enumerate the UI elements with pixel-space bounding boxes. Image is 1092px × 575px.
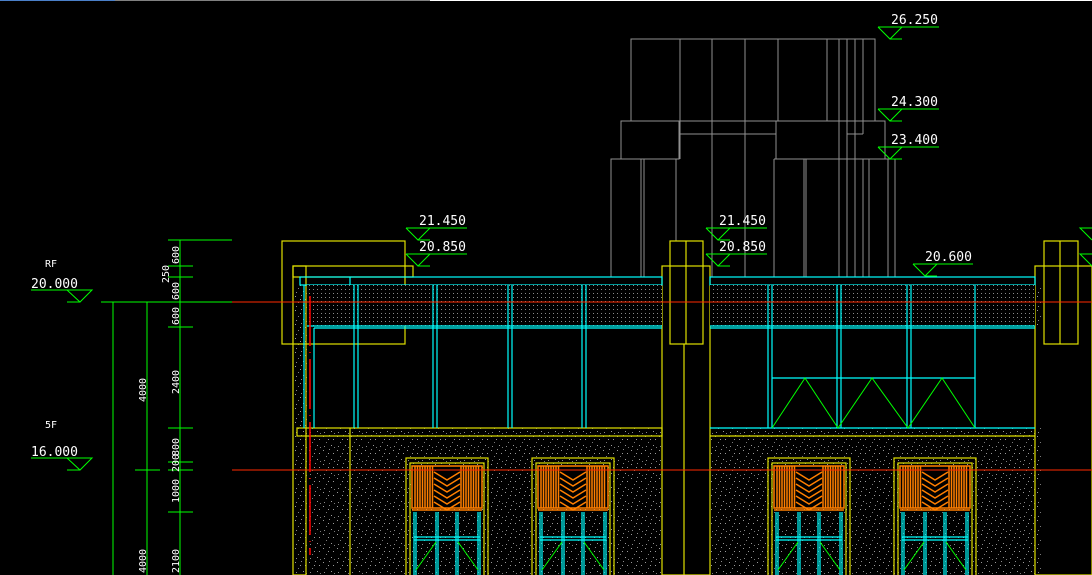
elevation-value: 20.600 — [925, 250, 972, 265]
dim-inner-4: 600 — [171, 307, 182, 325]
elevation-value: 23.400 — [891, 133, 938, 148]
dim-inner-1: 600 — [171, 246, 182, 264]
level-marker-5f: 5F 16.000 — [31, 420, 94, 471]
dim-inner-9: 2100 — [171, 549, 182, 573]
dim-inner-3: 600 — [171, 282, 182, 300]
dim-inner-2: 250 — [161, 265, 172, 283]
elevation-value: 20.850 — [719, 240, 766, 255]
elevation-mark-parapet-top-left: 21.450 — [405, 214, 467, 241]
dim-inner-5: 2400 — [171, 370, 182, 394]
elevation-mark-roof: 20.600 — [912, 250, 973, 277]
cad-elevation-drawing[interactable]: 4000 4000 600 250 600 600 2400 800 200 1… — [0, 0, 1092, 575]
elevation-mark-parapet-base-left: 20.850 — [405, 240, 467, 267]
dim-inner-8: 1000 — [171, 479, 182, 503]
elevation-value: 21.450 — [719, 214, 766, 229]
elevation-mark-parapet-base-right: 20.850 — [705, 240, 767, 267]
level-name: RF — [45, 259, 57, 270]
elevation-value: 26.250 — [891, 13, 938, 28]
elevation-value: 24.300 — [891, 95, 938, 110]
dim-outer-1: 4000 — [138, 378, 149, 402]
dimension-lines — [101, 239, 232, 575]
dim-outer-2: 4000 — [138, 549, 149, 573]
dim-inner-6: 800 — [171, 438, 182, 456]
elevation-mark-top: 26.250 — [877, 13, 939, 40]
elevation-value: 21.450 — [419, 214, 466, 229]
elevation-value: 20.850 — [419, 240, 466, 255]
elevation-mark-upper: 24.300 — [877, 95, 939, 122]
dimension-texts: 4000 4000 600 250 600 600 2400 800 200 1… — [138, 246, 182, 573]
elevation-mark-partial — [1078, 227, 1092, 267]
level-name: 5F — [45, 420, 57, 431]
elevation-mark-parapet-top-right: 21.450 — [705, 214, 767, 241]
elevation-mark-mid: 23.400 — [877, 133, 939, 160]
dim-inner-7: 200 — [171, 454, 182, 472]
level-marker-rf: RF 20.000 — [31, 259, 94, 303]
